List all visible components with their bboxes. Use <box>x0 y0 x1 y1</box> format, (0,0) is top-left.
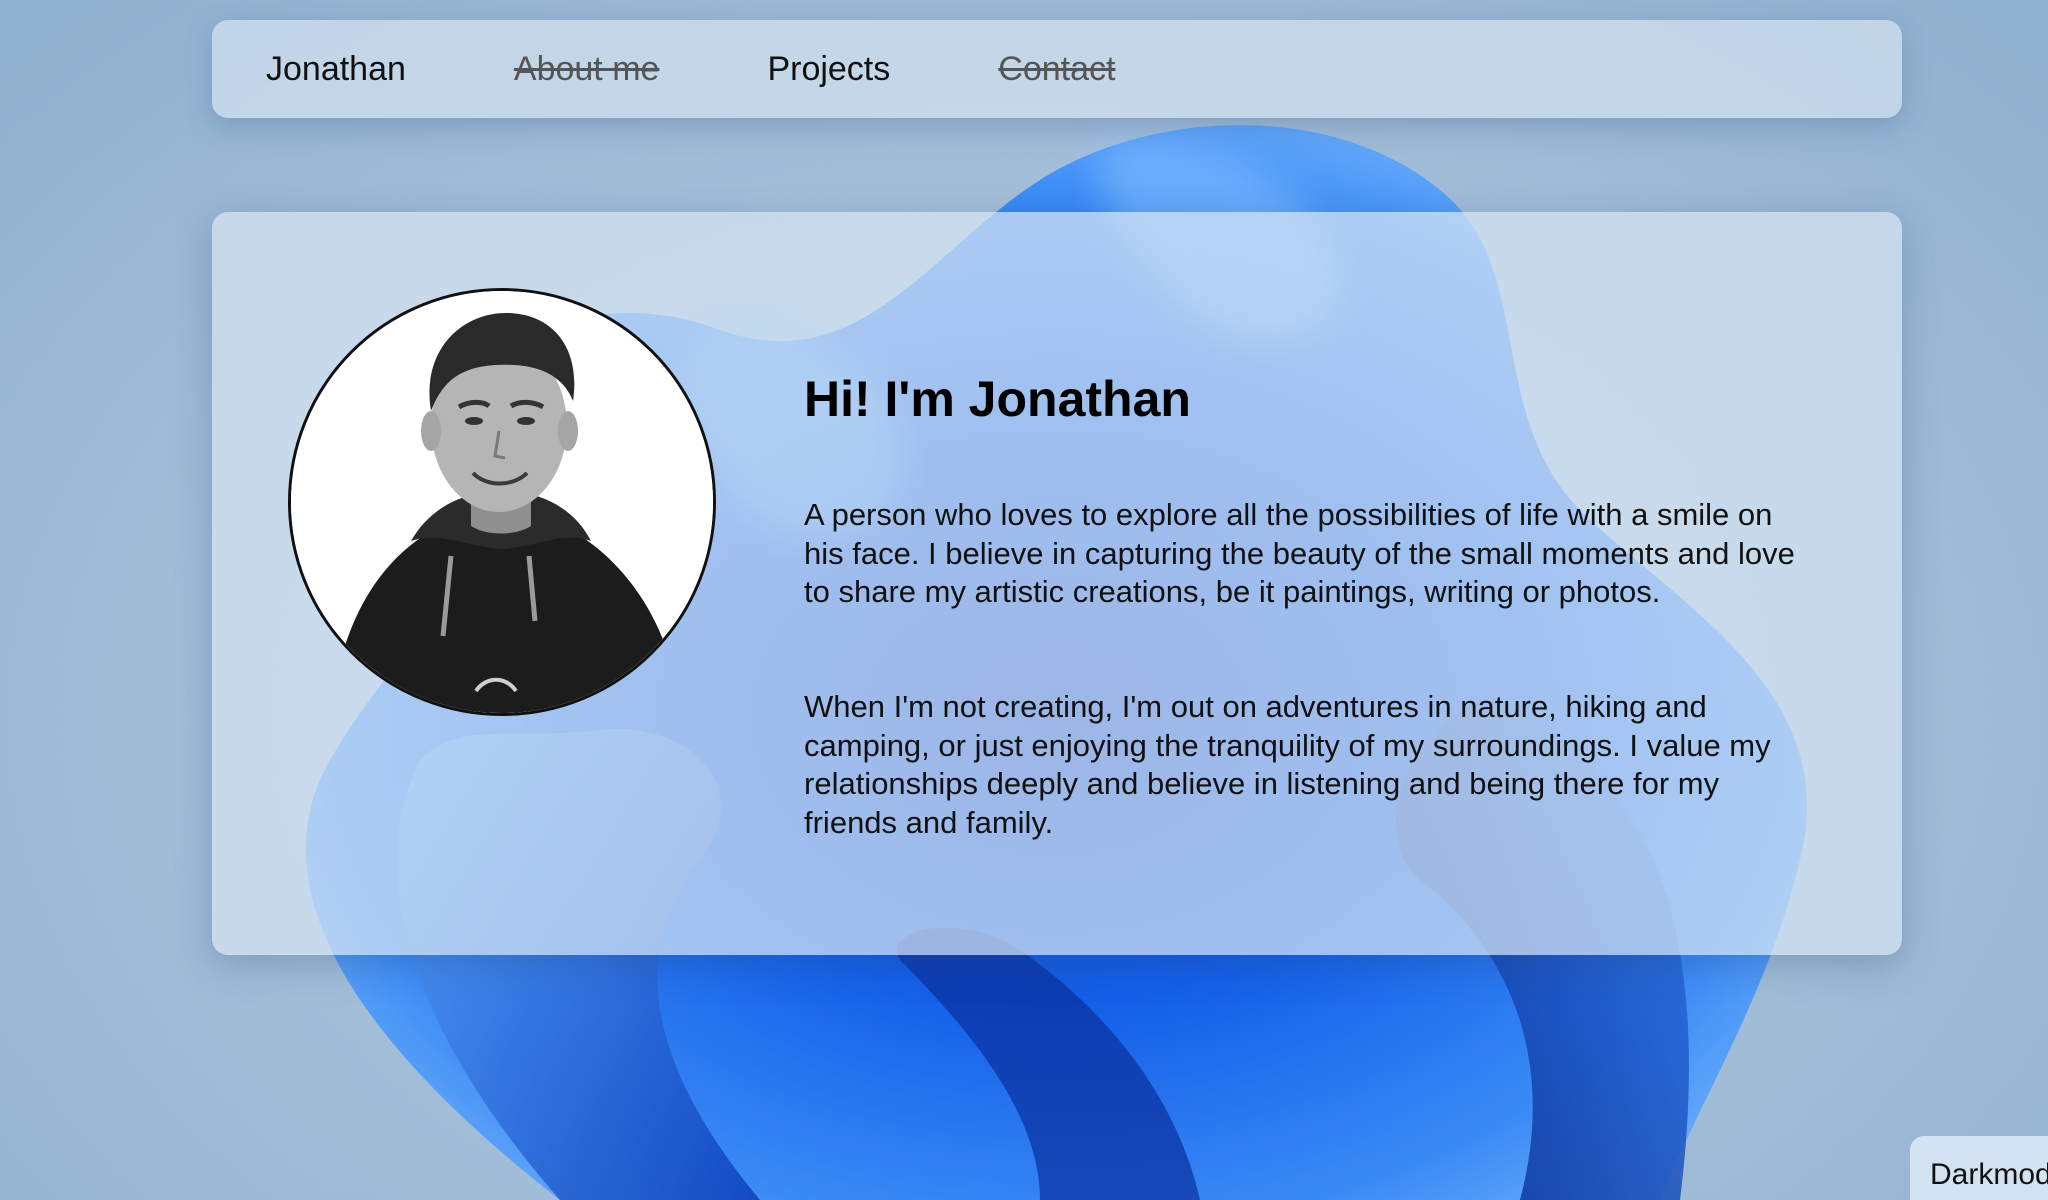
intro-paragraph: A person who loves to explore all the po… <box>804 497 1795 609</box>
profile-card: Hi! I'm Jonathan A person who loves to e… <box>212 212 1902 955</box>
nav-link-home[interactable]: Jonathan <box>266 50 406 89</box>
page-title: Hi! I'm Jonathan <box>804 371 1191 427</box>
nav-link-projects[interactable]: Projects <box>767 50 890 89</box>
profile-photo <box>288 288 716 716</box>
hobbies-paragraph: When I'm not creating, I'm out on advent… <box>804 689 1771 840</box>
top-navbar: Jonathan About me Projects Contact <box>212 20 1902 118</box>
darkmode-toggle-button[interactable]: Darkmode <box>1910 1136 2048 1200</box>
nav-link-about-me[interactable]: About me <box>514 50 660 89</box>
nav-link-contact[interactable]: Contact <box>998 50 1115 89</box>
